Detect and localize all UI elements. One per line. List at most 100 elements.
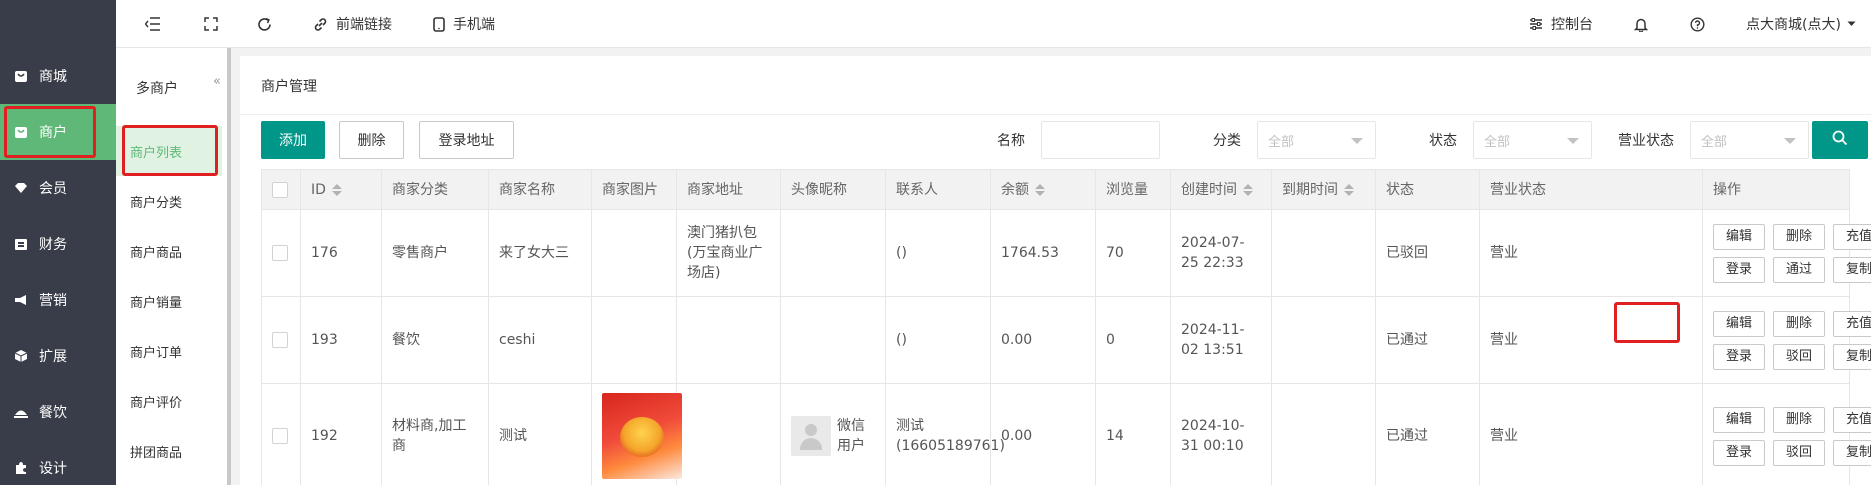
column-header-balance[interactable]: 余额 — [990, 169, 1096, 210]
fullscreen-button[interactable] — [204, 0, 218, 48]
sidebar-item-design[interactable]: 设计 — [0, 440, 116, 485]
login-button[interactable]: 登录 — [1713, 256, 1766, 283]
edit-button[interactable]: 编辑 — [1713, 223, 1766, 250]
cell-avatar: 微信用户 — [780, 383, 886, 485]
column-header-name: 商家名称 — [488, 169, 592, 210]
recharge-button[interactable]: 充值 — [1833, 406, 1871, 433]
submenu-item-merchant-reviews[interactable]: 商户评价 — [116, 376, 222, 426]
sidebar-item-catering[interactable]: 餐饮 — [0, 384, 116, 440]
sidebar-item-marketing[interactable]: 营销 — [0, 272, 116, 328]
sidebar-item-label: 餐饮 — [39, 405, 67, 421]
row-select-cell — [261, 209, 301, 297]
submenu-item-merchant-sales[interactable]: 商户销量 — [116, 276, 222, 326]
column-header-created[interactable]: 创建时间 — [1170, 169, 1272, 210]
cell-contact: () — [885, 209, 991, 297]
recharge-button[interactable]: 充值 — [1833, 310, 1871, 337]
cell-created: 2024-07-25 22:33 — [1170, 209, 1272, 297]
approve-button[interactable]: 通过 — [1773, 256, 1826, 283]
search-button[interactable] — [1812, 121, 1868, 159]
member-icon — [14, 181, 28, 195]
sidebar-item-label: 设计 — [39, 461, 67, 477]
name-label: 名称 — [997, 133, 1025, 149]
user-menu[interactable]: 点大商城(点大) — [1746, 0, 1856, 48]
category-select[interactable]: 全部 — [1257, 121, 1376, 159]
main-panel: 商户管理 添加 删除 登录地址 名称 分类 全部 状态 全部 营业状态 全部 I… — [240, 56, 1871, 485]
reject-button[interactable]: 驳回 — [1773, 343, 1826, 370]
login-button[interactable]: 登录 — [1713, 343, 1766, 370]
cell-business: 营业 — [1479, 209, 1703, 297]
cell-balance[interactable]: 1764.53 — [990, 209, 1096, 297]
action-group: 编辑 删除 充值 登录 驳回 复制数据 — [1713, 310, 1871, 370]
sidebar-item-finance[interactable]: 财务 — [0, 216, 116, 272]
status-select[interactable]: 全部 — [1473, 121, 1592, 159]
refresh-button[interactable] — [257, 0, 272, 48]
copy-data-button[interactable]: 复制数据 — [1833, 343, 1871, 370]
help-button[interactable] — [1690, 0, 1705, 48]
submenu-scrollbar[interactable] — [227, 48, 231, 485]
cell-address — [676, 383, 781, 485]
sidebar-item-label: 扩展 — [39, 349, 67, 365]
copy-data-button[interactable]: 复制数据 — [1833, 256, 1871, 283]
cell-image — [591, 383, 682, 485]
app-root: 商城 商户 会员 财务 营销 扩展 餐饮 设计 前端链接 手机端 控制台 点大商… — [0, 0, 1871, 485]
reject-button[interactable]: 驳回 — [1773, 439, 1826, 466]
sidebar-item-store[interactable]: 商城 — [0, 48, 116, 104]
copy-data-button[interactable]: 复制数据 — [1833, 439, 1871, 466]
cell-actions: 编辑 删除 充值 登录 驳回 复制数据 — [1702, 383, 1871, 485]
edit-button[interactable]: 编辑 — [1713, 406, 1766, 433]
cell-avatar — [780, 296, 886, 384]
merchant-icon — [14, 125, 28, 139]
cell-avatar — [780, 209, 886, 297]
cell-views: 14 — [1095, 383, 1171, 485]
collapse-icon[interactable]: « — [213, 74, 221, 89]
sort-icon[interactable] — [1035, 183, 1045, 196]
cell-address — [676, 296, 781, 384]
row-checkbox[interactable] — [272, 428, 288, 444]
sidebar-item-label: 商户 — [39, 125, 67, 141]
fullscreen-icon — [204, 17, 218, 31]
submenu-item-group-products[interactable]: 拼团商品 — [116, 426, 222, 476]
recharge-button[interactable]: 充值 — [1833, 223, 1871, 250]
cell-balance[interactable]: 0.00 — [990, 383, 1096, 485]
login-url-button[interactable]: 登录地址 — [419, 121, 514, 159]
row-checkbox[interactable] — [272, 332, 288, 348]
sort-icon[interactable] — [1344, 183, 1354, 196]
sidebar-item-extension[interactable]: 扩展 — [0, 328, 116, 384]
edit-button[interactable]: 编辑 — [1713, 310, 1766, 337]
column-header-id[interactable]: ID — [300, 169, 382, 210]
submenu-item-merchant-category[interactable]: 商户分类 — [116, 176, 222, 226]
search-icon — [1832, 130, 1848, 150]
business-status-label: 营业状态 — [1618, 133, 1674, 149]
column-header-contact: 联系人 — [885, 169, 991, 210]
cell-balance[interactable]: 0.00 — [990, 296, 1096, 384]
row-checkbox[interactable] — [272, 245, 288, 261]
menu-toggle-button[interactable] — [145, 0, 161, 48]
sort-icon[interactable] — [331, 183, 342, 196]
sidebar-item-member[interactable]: 会员 — [0, 160, 116, 216]
cell-name: 测试 — [488, 383, 592, 485]
login-button[interactable]: 登录 — [1713, 439, 1766, 466]
submenu-item-merchant-list[interactable]: 商户列表 — [116, 126, 222, 176]
shop-image[interactable] — [602, 393, 682, 479]
notification-button[interactable] — [1634, 0, 1648, 48]
sidebar-item-merchant[interactable]: 商户 — [0, 104, 116, 160]
delete-row-button[interactable]: 删除 — [1773, 406, 1826, 433]
sort-icon[interactable] — [1243, 183, 1253, 196]
column-header-expire[interactable]: 到期时间 — [1271, 169, 1376, 210]
title-divider — [240, 114, 1871, 115]
name-input[interactable] — [1041, 121, 1160, 159]
delete-row-button[interactable]: 删除 — [1773, 310, 1826, 337]
business-status-select[interactable]: 全部 — [1690, 121, 1809, 159]
column-header-address: 商家地址 — [676, 169, 781, 210]
delete-row-button[interactable]: 删除 — [1773, 223, 1826, 250]
select-all-checkbox[interactable] — [272, 181, 288, 198]
submenu-item-merchant-orders[interactable]: 商户订单 — [116, 326, 222, 376]
header-actions-label: 操作 — [1713, 181, 1741, 198]
frontend-link-button[interactable]: 前端链接 — [313, 0, 392, 48]
mobile-button[interactable]: 手机端 — [433, 0, 495, 48]
submenu-item-merchant-products[interactable]: 商户商品 — [116, 226, 222, 276]
add-button[interactable]: 添加 — [261, 121, 325, 159]
console-button[interactable]: 控制台 — [1529, 0, 1593, 48]
cell-expire — [1271, 296, 1376, 384]
delete-button[interactable]: 删除 — [339, 121, 404, 159]
